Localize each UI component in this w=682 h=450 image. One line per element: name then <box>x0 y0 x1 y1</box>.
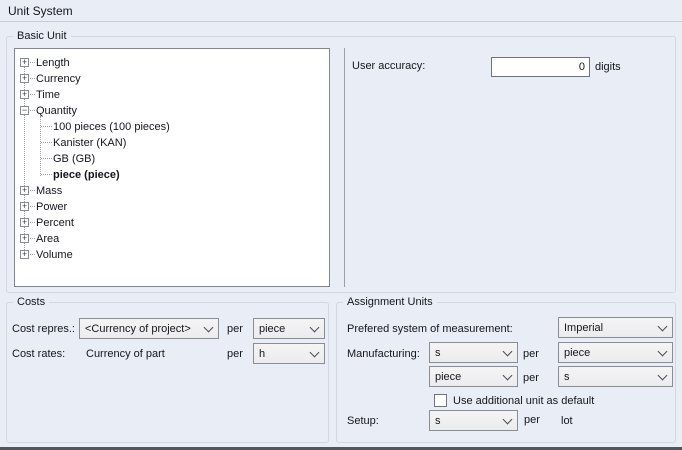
preferred-system-value: Imperial <box>564 322 655 334</box>
tree-item-label: Kanister (KAN) <box>53 137 126 149</box>
use-additional-unit-checkbox[interactable] <box>434 394 447 407</box>
tree-item-kanister[interactable]: Kanister (KAN) <box>15 135 329 151</box>
chevron-down-icon <box>307 352 321 356</box>
cost-repres-select[interactable]: <Currency of project> <box>79 318 219 339</box>
tree-item-volume[interactable]: Volume <box>15 247 329 263</box>
setup-value-select[interactable]: s <box>429 410 518 431</box>
setup-unit-label: lot <box>561 415 573 427</box>
cost-unit-value: piece <box>259 323 307 335</box>
tree-item-gb[interactable]: GB (GB) <box>15 151 329 167</box>
manufacturing-value-select[interactable]: s <box>429 342 518 363</box>
tree-item-label: Length <box>36 57 70 69</box>
tree-item-label: GB (GB) <box>53 153 95 165</box>
chevron-down-icon <box>201 327 215 331</box>
tree-item-percent[interactable]: Percent <box>15 215 329 231</box>
manufacturing-per-label: per <box>523 348 539 360</box>
manufacturing-per2-label: per <box>523 372 539 384</box>
tree-item-100-pieces[interactable]: 100 pieces (100 pieces) <box>15 119 329 135</box>
tree-item-label: 100 pieces (100 pieces) <box>53 121 170 133</box>
minus-icon[interactable] <box>20 106 29 115</box>
cost-rates-value: Currency of part <box>86 348 165 360</box>
manufacturing-unit-select[interactable]: piece <box>558 342 673 363</box>
cost-rates-unit-value: h <box>259 348 307 360</box>
cost-rates-per-label: per <box>227 348 243 360</box>
tree-item-length[interactable]: Length <box>15 55 329 71</box>
plus-icon[interactable] <box>20 250 29 259</box>
plus-icon[interactable] <box>20 234 29 243</box>
manufacturing-label: Manufacturing: <box>347 348 420 360</box>
setup-per-label: per <box>524 414 540 426</box>
unit-system-page: Unit System Basic Unit Length Currency T… <box>0 0 682 450</box>
cost-repres-label: Cost repres.: <box>12 323 75 335</box>
tree-item-area[interactable]: Area <box>15 231 329 247</box>
manufacturing-unit2-value: s <box>564 371 655 383</box>
tree-item-mass[interactable]: Mass <box>15 183 329 199</box>
setup-value: s <box>435 415 500 427</box>
preferred-system-label: Prefered system of measurement: <box>347 323 513 335</box>
chevron-down-icon <box>500 375 514 379</box>
plus-icon[interactable] <box>20 58 29 67</box>
title-separator <box>0 21 682 22</box>
tree-item-label: Time <box>36 89 60 101</box>
chevron-down-icon <box>500 419 514 423</box>
cost-unit-select[interactable]: piece <box>253 318 325 339</box>
preferred-system-select[interactable]: Imperial <box>558 317 673 338</box>
cost-rates-label: Cost rates: <box>12 348 65 360</box>
tree-item-power[interactable]: Power <box>15 199 329 215</box>
setup-label: Setup: <box>347 415 379 427</box>
basic-unit-divider <box>344 48 345 287</box>
manufacturing-unit-value: piece <box>564 347 655 359</box>
manufacturing-value: s <box>435 347 500 359</box>
plus-icon[interactable] <box>20 202 29 211</box>
chevron-down-icon <box>655 326 669 330</box>
manufacturing-value2-select[interactable]: piece <box>429 366 518 387</box>
tree-item-label: Mass <box>36 185 62 197</box>
tree-item-label: Quantity <box>36 105 77 117</box>
page-title: Unit System <box>8 4 73 18</box>
unit-tree[interactable]: Length Currency Time Quantity 100 pieces… <box>14 48 330 287</box>
chevron-down-icon <box>307 327 321 331</box>
cost-repres-per-label: per <box>227 323 243 335</box>
manufacturing-unit2-select[interactable]: s <box>558 366 673 387</box>
use-additional-unit-label: Use additional unit as default <box>453 395 594 407</box>
manufacturing-value2: piece <box>435 371 500 383</box>
tree-item-label: piece (piece) <box>53 169 120 181</box>
tree-item-label: Area <box>36 233 59 245</box>
tree-item-quantity[interactable]: Quantity <box>15 103 329 119</box>
plus-icon[interactable] <box>20 74 29 83</box>
chevron-down-icon <box>500 351 514 355</box>
user-accuracy-input[interactable] <box>491 57 590 77</box>
plus-icon[interactable] <box>20 186 29 195</box>
plus-icon[interactable] <box>20 218 29 227</box>
tree-item-time[interactable]: Time <box>15 87 329 103</box>
user-accuracy-unit-label: digits <box>595 61 621 73</box>
tree-item-currency[interactable]: Currency <box>15 71 329 87</box>
tree-item-label: Power <box>36 201 67 213</box>
tree-item-label: Currency <box>36 73 81 85</box>
plus-icon[interactable] <box>20 90 29 99</box>
cost-repres-value: <Currency of project> <box>85 323 201 335</box>
group-costs-title: Costs <box>13 295 49 310</box>
group-basic-unit-title: Basic Unit <box>13 29 71 44</box>
chevron-down-icon <box>655 351 669 355</box>
cost-rates-unit-select[interactable]: h <box>253 343 325 364</box>
group-assignment-units-title: Assignment Units <box>343 295 437 310</box>
chevron-down-icon <box>655 375 669 379</box>
tree-item-piece[interactable]: piece (piece) <box>15 167 329 183</box>
tree-item-label: Percent <box>36 217 74 229</box>
user-accuracy-label: User accuracy: <box>352 60 425 72</box>
tree-item-label: Volume <box>36 249 73 261</box>
